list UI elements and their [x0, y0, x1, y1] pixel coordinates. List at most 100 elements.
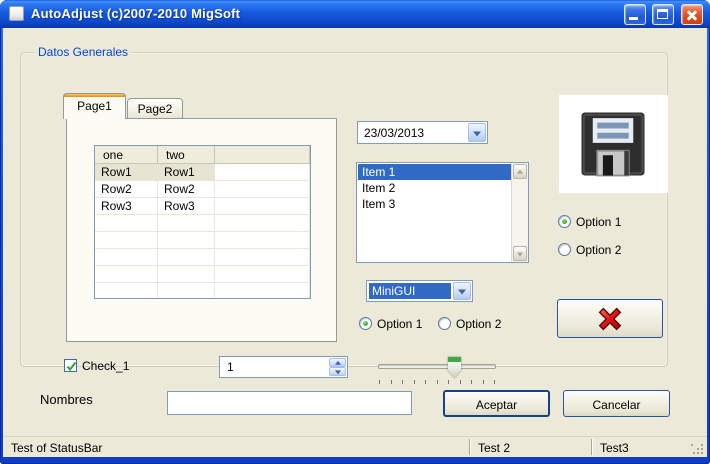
- spinner-buttons: [329, 358, 346, 376]
- radio-option-1-right[interactable]: Option 1: [558, 215, 621, 231]
- spinner-up-button[interactable]: [329, 358, 346, 367]
- window-title: AutoAdjust (c)2007-2010 MigSoft: [31, 6, 241, 21]
- table-row-empty[interactable]: [95, 249, 310, 266]
- resize-grip-icon[interactable]: [691, 442, 704, 455]
- radio-label: Option 2: [576, 243, 622, 257]
- radio-option-2-middle[interactable]: Option 2: [438, 317, 501, 333]
- table-row-empty[interactable]: [95, 232, 310, 249]
- radio-selected-icon[interactable]: [558, 215, 571, 228]
- grid-column-header[interactable]: two: [158, 146, 215, 163]
- spinner[interactable]: 1: [219, 356, 348, 378]
- combobox[interactable]: MiniGUI: [366, 280, 473, 302]
- grid-cell[interactable]: [158, 266, 215, 283]
- nombres-input[interactable]: [167, 391, 412, 415]
- list-item[interactable]: Item 2: [358, 180, 511, 196]
- radio-label: Option 1: [576, 215, 622, 229]
- tab-page1-label: Page1: [77, 99, 112, 113]
- grid-cell[interactable]: Row3: [158, 198, 215, 215]
- radio-selected-icon[interactable]: [359, 317, 372, 330]
- table-row[interactable]: Row1 Row1: [95, 164, 310, 181]
- grid-cell[interactable]: [95, 232, 158, 249]
- image-box: [559, 95, 668, 193]
- checkbox-check1[interactable]: [64, 359, 77, 372]
- titlebar[interactable]: AutoAdjust (c)2007-2010 MigSoft: [0, 0, 710, 28]
- table-row-empty[interactable]: [95, 266, 310, 283]
- grid-cell[interactable]: [95, 283, 158, 298]
- tab-page2[interactable]: Page2: [127, 98, 183, 119]
- cancel-button[interactable]: Cancelar: [563, 390, 670, 417]
- date-picker-dropdown-button[interactable]: [468, 123, 486, 142]
- grid-cell[interactable]: [215, 249, 310, 266]
- accept-button[interactable]: Aceptar: [443, 390, 550, 417]
- grid-header-row: one two: [95, 146, 310, 164]
- grid-cell[interactable]: [215, 232, 310, 249]
- grid-cell[interactable]: [215, 215, 310, 232]
- listbox[interactable]: Item 1 Item 2 Item 3: [356, 162, 529, 263]
- close-button[interactable]: [681, 4, 703, 25]
- delete-button[interactable]: [557, 299, 663, 338]
- groupbox-label: Datos Generales: [35, 45, 132, 59]
- grid-cell[interactable]: [215, 181, 310, 198]
- grid-cell[interactable]: Row1: [158, 164, 215, 181]
- floppy-disk-icon: [581, 112, 645, 177]
- grid-cell[interactable]: Row2: [95, 181, 158, 198]
- grid-column-header[interactable]: one: [95, 146, 158, 163]
- radio-label: Option 2: [456, 317, 502, 331]
- combobox-dropdown-button[interactable]: [453, 282, 471, 300]
- chevron-down-icon: [458, 289, 466, 295]
- grid-cell[interactable]: [95, 215, 158, 232]
- table-row-empty[interactable]: [95, 283, 310, 298]
- radio-option-1-middle[interactable]: Option 1: [359, 317, 422, 333]
- statusbar-divider: [591, 439, 592, 455]
- list-item[interactable]: Item 3: [358, 196, 511, 212]
- slider-track[interactable]: [378, 364, 496, 369]
- tab-page2-label: Page2: [137, 102, 173, 116]
- cancel-button-label: Cancelar: [592, 398, 641, 412]
- checkbox-label: Check_1: [82, 359, 130, 373]
- chevron-up-icon: [517, 169, 523, 174]
- grid-cell[interactable]: Row1: [95, 164, 158, 181]
- grid-cell[interactable]: [158, 283, 215, 298]
- date-picker-value: 23/03/2013: [364, 126, 425, 140]
- list-item[interactable]: Item 1: [358, 164, 511, 180]
- date-picker[interactable]: 23/03/2013: [357, 121, 488, 144]
- minimize-button[interactable]: [624, 4, 646, 25]
- radio-unselected-icon[interactable]: [558, 243, 571, 256]
- scroll-down-button[interactable]: [513, 246, 527, 261]
- grid-cell[interactable]: [215, 266, 310, 283]
- tab-page1[interactable]: Page1: [63, 93, 126, 119]
- checkmark-icon: [66, 361, 77, 372]
- spinner-value: 1: [227, 360, 234, 374]
- listbox-items: Item 1 Item 2 Item 3: [358, 164, 511, 212]
- grid-column-header[interactable]: [215, 146, 310, 163]
- listbox-scrollbar[interactable]: [511, 163, 528, 262]
- grid-cell[interactable]: Row2: [158, 181, 215, 198]
- app-icon: [9, 6, 24, 21]
- grid-cell[interactable]: [158, 215, 215, 232]
- statusbar-panel-3: Test3: [600, 441, 629, 455]
- maximize-icon: [657, 9, 668, 19]
- grid-cell[interactable]: [158, 232, 215, 249]
- red-x-icon: [598, 307, 622, 331]
- grid-cell[interactable]: [215, 283, 310, 298]
- table-row[interactable]: Row2 Row2: [95, 181, 310, 198]
- grid-cell[interactable]: [95, 249, 158, 266]
- grid-cell[interactable]: [158, 249, 215, 266]
- maximize-button[interactable]: [652, 4, 674, 25]
- radio-option-2-right[interactable]: Option 2: [558, 243, 621, 259]
- slider-thumb[interactable]: [448, 357, 461, 378]
- data-grid[interactable]: one two Row1 Row1 Row2 Row2 Row3 Row3: [94, 145, 311, 299]
- nombres-label: Nombres: [40, 392, 93, 407]
- radio-unselected-icon[interactable]: [438, 317, 451, 330]
- spinner-down-button[interactable]: [329, 367, 346, 376]
- grid-cell[interactable]: [215, 198, 310, 215]
- statusbar-panel-2: Test 2: [478, 441, 511, 455]
- table-row[interactable]: Row3 Row3: [95, 198, 310, 215]
- scroll-up-button[interactable]: [513, 164, 527, 179]
- table-row-empty[interactable]: [95, 215, 310, 232]
- tab-panel-page1: one two Row1 Row1 Row2 Row2 Row3 Row3: [66, 118, 337, 342]
- grid-cell[interactable]: [215, 164, 310, 181]
- grid-cell[interactable]: [95, 266, 158, 283]
- chevron-down-icon: [334, 369, 341, 374]
- grid-cell[interactable]: Row3: [95, 198, 158, 215]
